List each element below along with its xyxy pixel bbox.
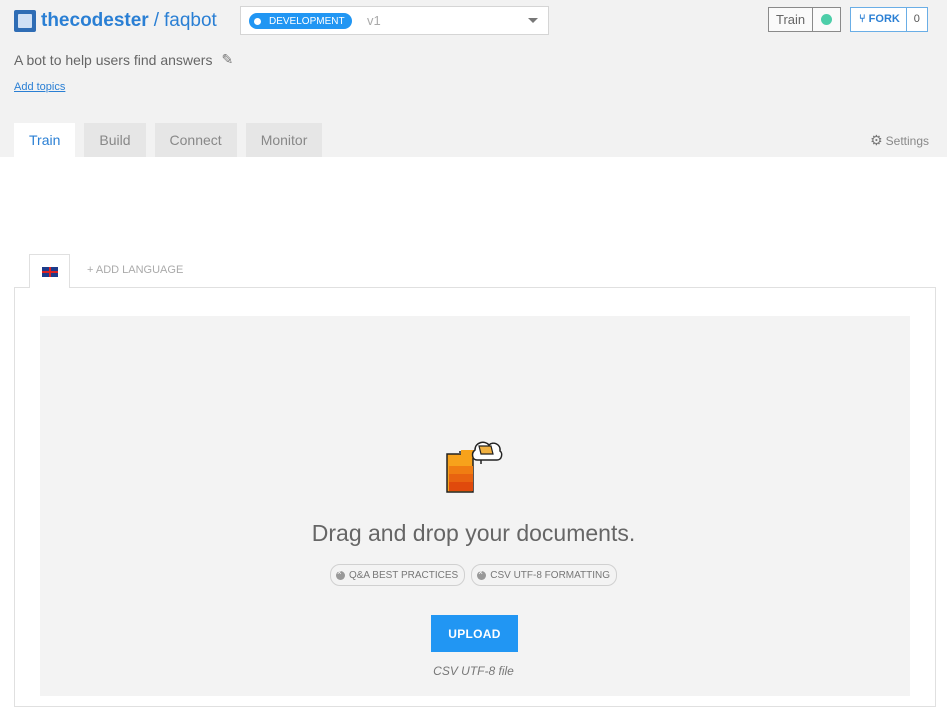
owner-link[interactable]: thecodester	[41, 10, 149, 32]
qa-best-practices-chip[interactable]: Q&A BEST PRACTICES	[329, 564, 466, 586]
settings-label: Settings	[885, 133, 929, 148]
breadcrumb-separator: /	[153, 10, 159, 31]
environment-badge: DEVELOPMENT	[249, 13, 352, 29]
status-dot-icon	[821, 14, 833, 25]
tab-monitor[interactable]: Monitor	[245, 123, 323, 157]
train-status-button[interactable]: Train	[768, 7, 842, 32]
add-topics-link[interactable]: Add topics	[14, 81, 65, 93]
chip-label: CSV UTF-8 FORMATTING	[490, 569, 611, 581]
help-icon	[335, 568, 345, 580]
chip-label: Q&A BEST PRACTICES	[348, 569, 459, 581]
uk-flag-icon	[41, 266, 58, 277]
description-text: A bot to help users find answers	[14, 51, 213, 68]
main-tabs: Train Build Connect Monitor	[14, 123, 331, 157]
repo-link[interactable]: faqbot	[164, 10, 217, 32]
help-icon	[477, 568, 487, 580]
repo-description: A bot to help users find answers ✎	[14, 51, 233, 68]
gear-icon: ⚙	[870, 132, 883, 148]
documents-upload-icon	[446, 441, 503, 493]
train-status-label: Train	[769, 8, 814, 31]
fork-button[interactable]: ⑂ FORK 0	[850, 7, 928, 32]
environment-label: DEVELOPMENT	[269, 15, 345, 27]
upload-button[interactable]: UPLOAD	[431, 615, 518, 652]
fork-label: ⑂ FORK	[851, 8, 907, 31]
avatar[interactable]	[14, 10, 36, 32]
language-tab-english[interactable]	[29, 254, 70, 288]
environment-dot-icon	[254, 17, 261, 25]
train-status-indicator	[813, 8, 840, 31]
chevron-down-icon	[528, 18, 538, 23]
tab-train[interactable]: Train	[14, 123, 76, 157]
file-type-hint: CSV UTF-8 file	[433, 664, 514, 678]
tab-build[interactable]: Build	[84, 123, 146, 157]
tab-connect[interactable]: Connect	[154, 123, 237, 157]
version-label: v1	[367, 13, 381, 28]
version-select[interactable]: DEVELOPMENT v1	[240, 6, 549, 35]
dropzone-title: Drag and drop your documents.	[311, 520, 636, 546]
fork-icon: ⑂	[859, 13, 866, 25]
breadcrumb: thecodester / faqbot	[14, 8, 217, 34]
settings-link[interactable]: ⚙ Settings	[870, 132, 929, 149]
add-language-button[interactable]: + ADD LANGUAGE	[87, 264, 183, 276]
fork-count: 0	[913, 13, 920, 25]
csv-formatting-chip[interactable]: CSV UTF-8 FORMATTING	[471, 564, 618, 586]
fork-text: FORK	[868, 13, 900, 25]
edit-pencil-icon[interactable]: ✎	[221, 51, 233, 68]
help-chips: Q&A BEST PRACTICES CSV UTF-8 FORMATTING	[0, 564, 947, 586]
